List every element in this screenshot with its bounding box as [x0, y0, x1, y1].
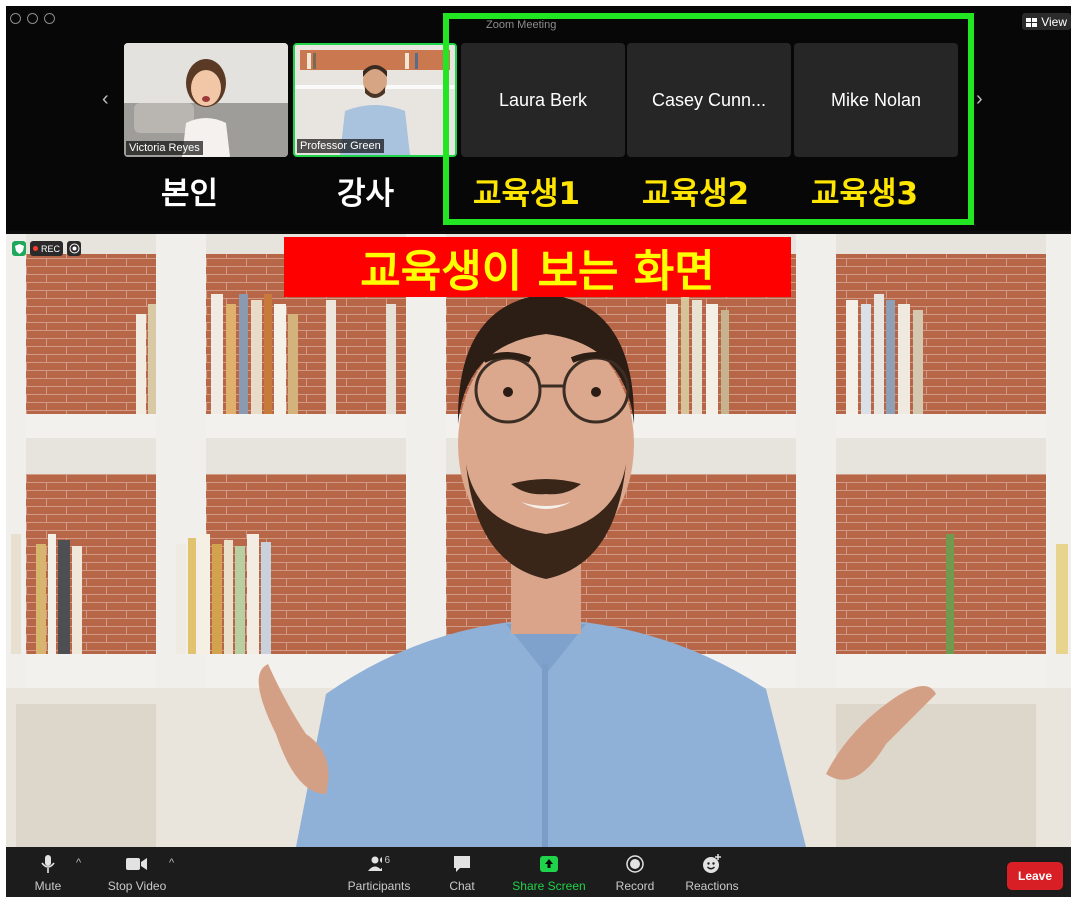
close-window-button[interactable]	[10, 13, 21, 24]
reactions-label: Reactions	[685, 879, 739, 893]
recording-badge[interactable]: REC	[30, 241, 64, 256]
share-screen-icon	[538, 854, 560, 874]
meeting-status-badges: REC	[12, 241, 82, 256]
record-label: Record	[615, 879, 655, 893]
label-instructor: 강사	[337, 176, 395, 212]
stop-video-label: Stop Video	[107, 879, 167, 893]
recording-label: REC	[41, 243, 61, 254]
meeting-toolbar: Mute ^ Stop Video ^ 6 Participants Chat	[6, 847, 1071, 897]
chat-icon	[451, 854, 473, 874]
stop-video-button[interactable]: Stop Video	[102, 847, 172, 897]
participants-icon: 6	[368, 854, 390, 874]
view-button[interactable]: View	[1022, 13, 1071, 30]
encryption-shield-icon[interactable]	[12, 241, 26, 256]
video-camera-icon	[126, 854, 148, 874]
label-self: 본인	[161, 176, 219, 212]
share-screen-button[interactable]: Share Screen	[506, 847, 592, 897]
minimize-window-button[interactable]	[27, 13, 38, 24]
microphone-icon	[37, 854, 59, 874]
view-label: View	[1041, 15, 1067, 29]
participant-name: Victoria Reyes	[126, 141, 203, 155]
chat-button[interactable]: Chat	[442, 847, 482, 897]
mute-button[interactable]: Mute	[20, 847, 76, 897]
gallery-view-icon	[1026, 17, 1038, 27]
participants-button[interactable]: 6 Participants	[344, 847, 414, 897]
audio-options-caret[interactable]: ^	[76, 857, 81, 869]
record-button[interactable]: Record	[610, 847, 660, 897]
main-speaker-video[interactable]: REC 교육생이 보는 화면	[6, 234, 1071, 847]
window-controls	[10, 13, 55, 24]
fullscreen-icon[interactable]	[67, 241, 82, 256]
speaker-video-image	[6, 234, 1071, 847]
mute-label: Mute	[34, 879, 62, 893]
participant-name: Professor Green	[297, 139, 384, 153]
reactions-smiley-icon	[701, 854, 723, 874]
label-trainee-3: 교육생3	[811, 176, 919, 212]
record-dot-icon	[33, 246, 38, 251]
participant-video-victoria[interactable]: Victoria Reyes	[124, 43, 288, 157]
participant-strip: Zoom Meeting View ‹ › Victoria Reyes Pro…	[6, 6, 1071, 231]
participants-count: 6	[384, 854, 390, 866]
label-trainee-2: 교육생2	[642, 176, 750, 212]
trainee-view-title: 교육생이 보는 화면	[284, 237, 791, 297]
zoom-window-button[interactable]	[44, 13, 55, 24]
label-trainee-1: 교육생1	[473, 176, 581, 212]
strip-prev-button[interactable]: ‹	[102, 88, 109, 111]
share-screen-label: Share Screen	[512, 879, 586, 893]
zoom-window: Zoom Meeting View ‹ › Victoria Reyes Pro…	[6, 6, 1071, 897]
participant-video-professor[interactable]: Professor Green	[293, 43, 457, 157]
leave-button[interactable]: Leave	[1007, 862, 1063, 890]
participants-label: Participants	[347, 879, 411, 893]
strip-next-button[interactable]: ›	[976, 88, 983, 111]
reactions-button[interactable]: Reactions	[678, 847, 746, 897]
chat-label: Chat	[449, 879, 475, 893]
record-icon	[624, 854, 646, 874]
video-options-caret[interactable]: ^	[169, 857, 174, 869]
participant-video-image	[124, 43, 288, 157]
